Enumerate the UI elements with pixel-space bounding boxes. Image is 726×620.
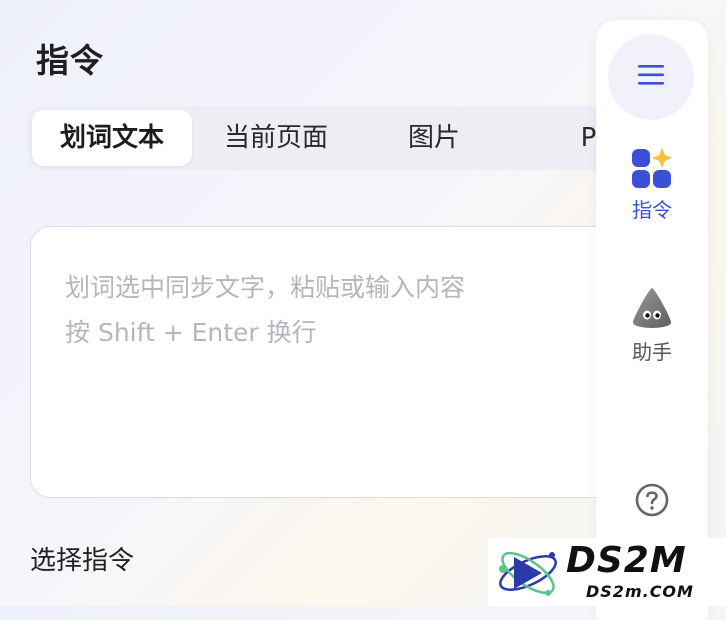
input-placeholder: 划词选中同步文字，粘贴或输入内容 按 Shift + Enter 换行	[65, 265, 465, 355]
apps-sparkle-icon	[632, 148, 672, 188]
tab-current-page[interactable]: 当前页面	[196, 110, 356, 166]
menu-button[interactable]	[608, 34, 694, 120]
hamburger-menu-icon	[638, 65, 664, 85]
placeholder-line-1: 划词选中同步文字，粘贴或输入内容	[65, 273, 466, 302]
tab-image[interactable]: 图片	[362, 110, 506, 166]
atom-logo-icon	[499, 551, 557, 596]
watermark-brand: DS2M	[566, 540, 687, 581]
page-title: 指令	[36, 41, 104, 80]
sidebar-item-assistant-label: 助手	[632, 340, 672, 364]
assistant-mascot-icon	[632, 288, 672, 328]
select-command-label: 选择指令	[30, 546, 135, 576]
help-button[interactable]	[634, 482, 670, 518]
sidebar-item-commands[interactable]: 指令	[596, 148, 708, 223]
source-tabs: 划词文本 当前页面 图片 PDF	[28, 106, 600, 170]
sidebar-item-commands-label: 指令	[632, 198, 672, 222]
watermark: DS2M DS2m.COM	[488, 538, 726, 606]
main-panel: 指令 划词文本 当前页面 图片 PDF 划词选中同步文字，粘贴或输入内容 按 S…	[0, 0, 600, 606]
tab-pdf[interactable]: PDF	[556, 110, 600, 166]
tab-selected-text[interactable]: 划词文本	[32, 110, 192, 166]
help-circle-icon	[635, 483, 669, 517]
placeholder-line-2: 按 Shift + Enter 换行	[65, 318, 317, 347]
text-input-area[interactable]: 划词选中同步文字，粘贴或输入内容 按 Shift + Enter 换行	[30, 226, 600, 498]
watermark-domain: DS2m.COM	[586, 582, 694, 601]
sidebar-rail: 指令 助手	[596, 20, 708, 620]
sidebar-item-assistant[interactable]: 助手	[596, 286, 708, 365]
